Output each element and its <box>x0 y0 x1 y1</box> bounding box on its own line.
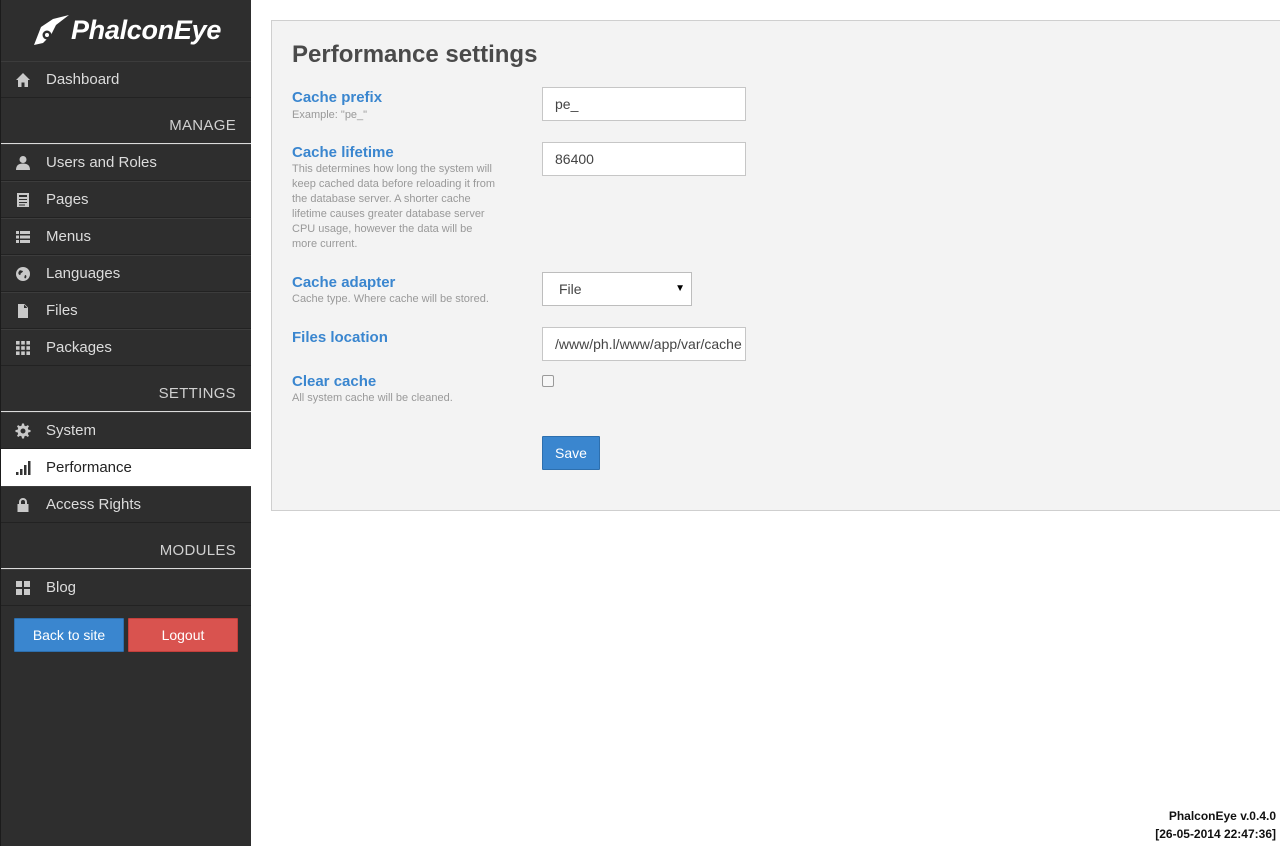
sidebar-item-label: System <box>46 422 97 439</box>
sidebar-item-performance[interactable]: Performance <box>1 449 251 486</box>
cache-adapter-selected-value: File <box>559 281 582 297</box>
sidebar-item-packages[interactable]: Packages <box>1 329 251 366</box>
cache-prefix-input[interactable]: pe_ <box>542 87 746 121</box>
sidebar-item-label: Menus <box>46 228 92 245</box>
performance-settings-form: Performance settings Cache prefix Exampl… <box>271 20 1280 511</box>
sidebar-item-files[interactable]: Files <box>1 292 251 329</box>
eye-logo-icon <box>33 14 69 45</box>
logout-button[interactable]: Logout <box>128 618 238 652</box>
sidebar-item-label: Access Rights <box>46 496 142 513</box>
sidebar-buttons: Back to site Logout <box>1 606 251 652</box>
pages-icon <box>0 192 46 208</box>
section-header-manage: MANAGE <box>1 98 251 144</box>
sidebar-item-pages[interactable]: Pages <box>1 181 251 218</box>
cache-lifetime-description: This determines how long the system will… <box>292 163 496 250</box>
gear-icon <box>0 423 46 439</box>
cache-lifetime-label: Cache lifetime <box>292 144 394 161</box>
sidebar-item-label: Languages <box>46 265 121 282</box>
section-header-modules: MODULES <box>1 523 251 569</box>
logo-text: PhalconEye <box>70 15 222 45</box>
cache-adapter-label: Cache adapter <box>292 274 396 291</box>
version-text: PhalconEye v.0.4.0 <box>1168 809 1276 823</box>
sidebar-item-dashboard[interactable]: Dashboard <box>1 61 251 98</box>
sidebar-item-label: Dashboard <box>46 71 120 88</box>
section-header-settings: SETTINGS <box>1 366 251 412</box>
cache-adapter-description: Cache type. Where cache will be stored. <box>292 293 489 305</box>
sidebar-item-label: Performance <box>46 459 132 476</box>
list-icon <box>0 229 46 245</box>
sidebar-item-menus[interactable]: Menus <box>1 218 251 255</box>
cache-prefix-label: Cache prefix <box>292 89 383 106</box>
sidebar-item-label: Files <box>46 302 78 319</box>
clear-cache-checkbox[interactable] <box>542 375 554 387</box>
cache-prefix-description: Example: "pe_" <box>292 109 368 121</box>
chevron-down-icon: ▼ <box>675 283 685 294</box>
sidebar-item-blog[interactable]: Blog <box>1 569 251 606</box>
clear-cache-description: All system cache will be cleaned. <box>292 392 453 404</box>
sidebar-item-label: Users and Roles <box>46 154 157 171</box>
sidebar-item-users-and-roles[interactable]: Users and Roles <box>1 144 251 181</box>
sidebar-item-label: Pages <box>46 191 89 208</box>
logo[interactable]: PhalconEye <box>1 0 251 61</box>
save-button[interactable]: Save <box>542 436 600 470</box>
file-icon <box>0 303 46 319</box>
clear-cache-label: Clear cache <box>292 373 377 390</box>
sidebar-item-label: Blog <box>46 579 77 596</box>
files-location-input[interactable]: /www/ph.l/www/app/var/cache <box>542 327 746 361</box>
files-location-label: Files location <box>292 329 388 346</box>
sidebar: PhalconEye Dashboard MANAGE Users and Ro… <box>0 0 251 846</box>
sidebar-item-access-rights[interactable]: Access Rights <box>1 486 251 523</box>
signal-icon <box>0 460 46 476</box>
sidebar-item-system[interactable]: System <box>1 412 251 449</box>
cache-adapter-select[interactable]: File ▼ <box>542 272 692 306</box>
cache-lifetime-input[interactable]: 86400 <box>542 142 746 176</box>
grid-icon <box>0 340 46 356</box>
footer: PhalconEye v.0.4.0 [26-05-2014 22:47:36] <box>1155 807 1276 843</box>
home-icon <box>0 72 46 88</box>
globe-icon <box>0 266 46 282</box>
tiles-icon <box>0 580 46 596</box>
user-icon <box>0 155 46 171</box>
timestamp-text: [26-05-2014 22:47:36] <box>1155 827 1276 841</box>
lock-icon <box>0 497 46 513</box>
page-title: Performance settings <box>292 41 538 68</box>
sidebar-item-languages[interactable]: Languages <box>1 255 251 292</box>
back-to-site-button[interactable]: Back to site <box>14 618 124 652</box>
sidebar-item-label: Packages <box>46 339 112 356</box>
